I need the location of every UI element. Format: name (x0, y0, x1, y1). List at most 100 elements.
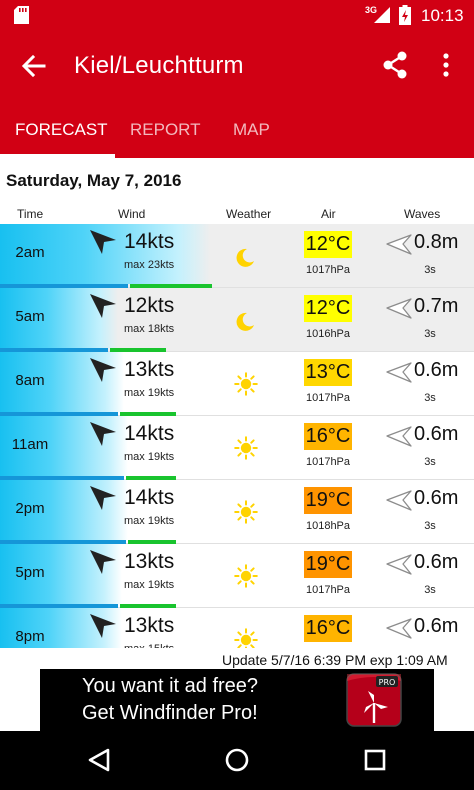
wind-direction-icon (90, 486, 116, 510)
wave-period: 3s (424, 584, 436, 596)
tab-report[interactable]: REPORT (130, 120, 201, 140)
wind-speed: 13kts (124, 614, 175, 637)
wave-direction-icon (386, 426, 412, 447)
row-time: 5am (15, 308, 45, 325)
wind-gust-max: max 19kts (124, 451, 175, 463)
ad-headline: You want it ad free? (82, 675, 259, 697)
forecast-row[interactable]: 8pm13ktsmax 15kts16°C1017hPa0.6m3s (0, 608, 474, 648)
ad-subline: Get Windfinder Pro! (82, 702, 258, 724)
system-nav-bar (0, 731, 474, 790)
recents-square-icon[interactable] (362, 747, 388, 773)
column-header-waves: Waves (404, 207, 441, 221)
air-pressure: 1017hPa (305, 392, 351, 404)
wind-speed: 13kts (124, 550, 175, 573)
wave-height: 0.6m (414, 423, 459, 445)
wind-direction-icon (90, 422, 116, 446)
wave-period: 3s (424, 520, 436, 532)
status-time: 10:13 (421, 6, 464, 25)
status-bar: 3G 10:13 (0, 0, 474, 30)
forecast-date: Saturday, May 7, 2016 (6, 171, 182, 190)
wave-height: 0.6m (414, 551, 459, 573)
wind-gust-max: max 23kts (124, 259, 175, 271)
air-temperature: 12°C (304, 295, 352, 322)
wave-direction-icon (386, 554, 412, 575)
forecast-row[interactable]: 2am 14kts max 23kts 12°C 1017hPa 0.8m 3s (0, 224, 474, 288)
forecast-row[interactable]: 5am 12kts max 18kts 12°C 1016hPa 0.7m 3s (0, 288, 474, 352)
wind-gust-max: max 19kts (124, 579, 175, 591)
column-header-weather: Weather (226, 207, 272, 221)
wave-direction-icon (386, 298, 412, 319)
wave-period: 3s (424, 392, 436, 404)
app-bar: Kiel/Leuchtturm FORECAST REPORT MAP (0, 30, 474, 158)
air-temperature: 16°C (304, 615, 352, 642)
arrow-back-icon[interactable] (20, 52, 48, 80)
sun-icon (234, 372, 258, 396)
row-time: 8pm (15, 628, 45, 645)
wind-direction-icon (90, 614, 116, 638)
wave-direction-icon (386, 618, 412, 639)
more-vert-icon[interactable] (438, 50, 454, 80)
sun-icon (234, 564, 258, 588)
tab-forecast[interactable]: FORECAST (15, 120, 108, 140)
air-pressure: 1017hPa (305, 584, 351, 596)
wave-direction-icon (386, 362, 412, 383)
wave-height: 0.6m (414, 359, 459, 381)
sun-icon (234, 500, 258, 524)
forecast-list[interactable]: 2am 14kts max 23kts 12°C 1017hPa 0.8m 3s 5am 12k… (0, 224, 474, 648)
sd-card-icon (14, 6, 29, 24)
tab-map[interactable]: MAP (233, 120, 270, 140)
forecast-row[interactable]: 5pm 13kts max 19kts 19°C 1017hPa 0.6m 3s (0, 544, 474, 608)
row-time: 8am (15, 372, 45, 389)
wave-height: 0.6m (414, 487, 459, 509)
air-pressure: 1016hPa (305, 328, 351, 340)
wind-speed: 14kts (124, 230, 175, 253)
row-time: 11am (11, 436, 49, 453)
wind-direction-icon (90, 550, 116, 574)
air-pressure: 1018hPa (305, 520, 351, 532)
column-header-air: Air (321, 207, 336, 221)
column-header-time: Time (17, 207, 44, 221)
row-time: 2pm (15, 500, 45, 517)
page-title: Kiel/Leuchtturm (74, 52, 244, 79)
home-circle-icon[interactable] (224, 747, 250, 773)
signal-icon (374, 7, 390, 23)
windfinder-pro-logo-icon[interactable]: PRO (346, 673, 402, 727)
column-header-wind: Wind (118, 207, 146, 221)
battery-icon (399, 5, 411, 25)
wave-period: 3s (424, 264, 436, 276)
air-temperature: 13°C (304, 359, 352, 386)
wind-speed: 13kts (124, 358, 175, 381)
wave-period: 3s (424, 456, 436, 468)
wave-direction-icon (386, 234, 412, 255)
pro-badge-label: PRO (379, 678, 396, 687)
forecast-row[interactable]: 2pm 14kts max 19kts 19°C 1018hPa 0.6m 3s (0, 480, 474, 544)
air-temperature: 19°C (304, 487, 352, 514)
wave-height: 0.7m (414, 295, 459, 317)
wind-speed: 12kts (124, 294, 175, 317)
forecast-row[interactable]: 11am 14kts max 19kts 16°C 1017hPa 0.6m 3s (0, 416, 474, 480)
back-triangle-icon[interactable] (86, 747, 112, 773)
air-temperature: 12°C (304, 231, 352, 258)
ad-banner[interactable]: You want it ad free? Get Windfinder Pro!… (40, 669, 434, 731)
wind-gust-max: max 15kts (124, 643, 174, 648)
wind-direction-icon (90, 294, 116, 318)
wind-direction-icon (90, 230, 116, 254)
wave-height: 0.6m (414, 615, 459, 637)
sun-icon (234, 628, 258, 648)
wave-height: 0.8m (414, 231, 459, 253)
active-tab-indicator (0, 154, 115, 158)
air-temperature: 16°C (304, 423, 352, 450)
wind-gust-max: max 19kts (124, 515, 175, 527)
row-time: 5pm (15, 564, 45, 581)
wind-direction-icon (90, 358, 116, 382)
moon-icon (236, 312, 254, 331)
moon-icon (236, 248, 254, 267)
row-time: 2am (15, 244, 45, 261)
wave-direction-icon (386, 490, 412, 511)
share-icon[interactable] (380, 50, 410, 80)
wave-period: 3s (424, 328, 436, 340)
air-temperature: 19°C (304, 551, 352, 578)
forecast-row[interactable]: 8am 13kts max 19kts 13°C 1017hPa 0.6m 3s (0, 352, 474, 416)
wind-speed: 14kts (124, 486, 175, 509)
update-timestamp: Update 5/7/16 6:39 PM exp 1:09 AM (222, 652, 448, 668)
